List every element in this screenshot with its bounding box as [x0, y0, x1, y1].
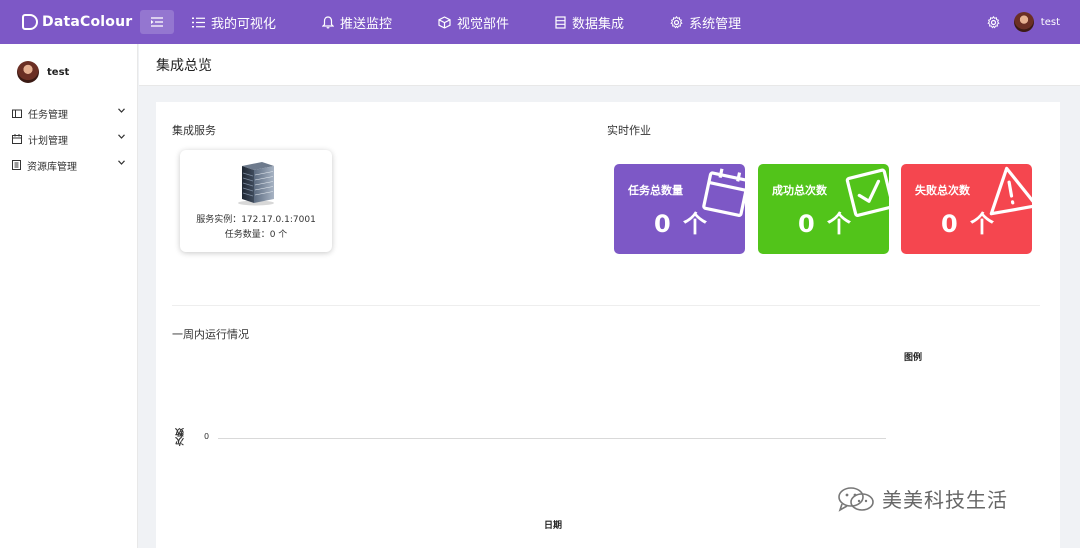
chart-legend-title: 图例 [904, 353, 923, 363]
page-title: 集成总览 [156, 57, 212, 74]
nav-item-push-monitor[interactable]: 推送监控 [322, 0, 392, 44]
chevron-down-icon [118, 108, 125, 113]
avatar [17, 61, 39, 83]
chevron-down-icon [118, 160, 125, 165]
sidebar-item-library-management[interactable]: 资源库管理 [0, 152, 137, 178]
settings-gear-icon[interactable] [987, 15, 1000, 29]
avatar[interactable] [1013, 12, 1034, 32]
stat-label: 任务总数量 [628, 184, 683, 197]
nav-label: 系统管理 [689, 16, 742, 32]
wechat-icon [838, 486, 874, 512]
sidebar-username: test [47, 66, 70, 78]
stat-value: 0 个 [654, 210, 710, 238]
nav-item-data-integration[interactable]: 数据集成 [555, 0, 624, 44]
service-instance-card[interactable]: 服务实例：172.17.0.1:7001 任务数量：0 个 [180, 150, 332, 252]
database-icon [555, 15, 566, 29]
list-icon [192, 17, 205, 28]
nav-label: 数据集成 [572, 16, 625, 32]
stat-label: 成功总次数 [772, 184, 827, 197]
top-bar: DataColour 我的可视化 推送监控 视觉部件 数据集成 系统管理 tes… [0, 0, 1080, 44]
nav-label: 视觉部件 [457, 16, 510, 32]
chart-y-tick: 0 [204, 432, 210, 441]
cube-icon [438, 15, 451, 29]
nav-label: 我的可视化 [211, 16, 277, 32]
stat-value: 0 个 [941, 210, 997, 238]
success-count-card[interactable]: 成功总次数 0 个 [758, 164, 889, 254]
service-instance-address: 服务实例：172.17.0.1:7001 [196, 215, 316, 225]
top-username[interactable]: test [1041, 17, 1060, 28]
sidebar: test 任务管理 计划管理 资源库管理 [0, 44, 138, 548]
sidebar-item-label: 任务管理 [28, 109, 68, 121]
app-name: DataColour [42, 14, 133, 30]
calendar-icon [12, 134, 22, 144]
failure-count-card[interactable]: 失败总次数 0 个 [901, 164, 1032, 254]
chevron-down-icon [118, 134, 125, 139]
gear-icon [670, 15, 683, 29]
sidebar-user: test [0, 44, 137, 100]
sidebar-item-label: 计划管理 [28, 135, 68, 147]
bell-icon [322, 15, 335, 29]
library-icon [12, 160, 21, 170]
watermark-text: 美美科技生活 [882, 488, 1008, 512]
service-task-count: 任务数量：0 个 [224, 230, 288, 240]
section-divider [172, 305, 1040, 306]
total-tasks-card[interactable]: 任务总数量 0 个 [614, 164, 745, 254]
realtime-jobs-title: 实时作业 [607, 124, 651, 137]
chart-x-axis-label: 日期 [544, 521, 563, 531]
menu-collapse-icon [151, 17, 163, 27]
chart-baseline [218, 438, 886, 439]
task-icon [12, 109, 22, 118]
stat-value: 0 个 [798, 210, 854, 238]
weekly-run-title: 一周内运行情况 [172, 328, 249, 341]
server-icon [238, 162, 274, 206]
nav-item-visual-widgets[interactable]: 视觉部件 [438, 0, 509, 44]
sidebar-item-label: 资源库管理 [27, 161, 77, 173]
page-header: 集成总览 [139, 44, 1080, 86]
sidebar-item-task-management[interactable]: 任务管理 [0, 100, 137, 126]
sidebar-toggle-button[interactable] [140, 10, 174, 34]
content-panel: 集成服务 服务实例：172.17.0.1:7001 任务数量：0 个 实时作业 [156, 102, 1060, 548]
app-logo[interactable]: DataColour [22, 14, 140, 30]
nav-item-system-management[interactable]: 系统管理 [670, 0, 741, 44]
stat-label: 失败总次数 [915, 184, 970, 197]
watermark: 美美科技生活 [836, 484, 1008, 513]
chart-y-axis-label: 次数 [176, 428, 186, 446]
integration-service-title: 集成服务 [172, 124, 216, 137]
nav-item-my-visualization[interactable]: 我的可视化 [192, 0, 276, 44]
nav-label: 推送监控 [340, 16, 393, 32]
logo-icon [22, 14, 38, 30]
sidebar-item-plan-management[interactable]: 计划管理 [0, 126, 137, 152]
